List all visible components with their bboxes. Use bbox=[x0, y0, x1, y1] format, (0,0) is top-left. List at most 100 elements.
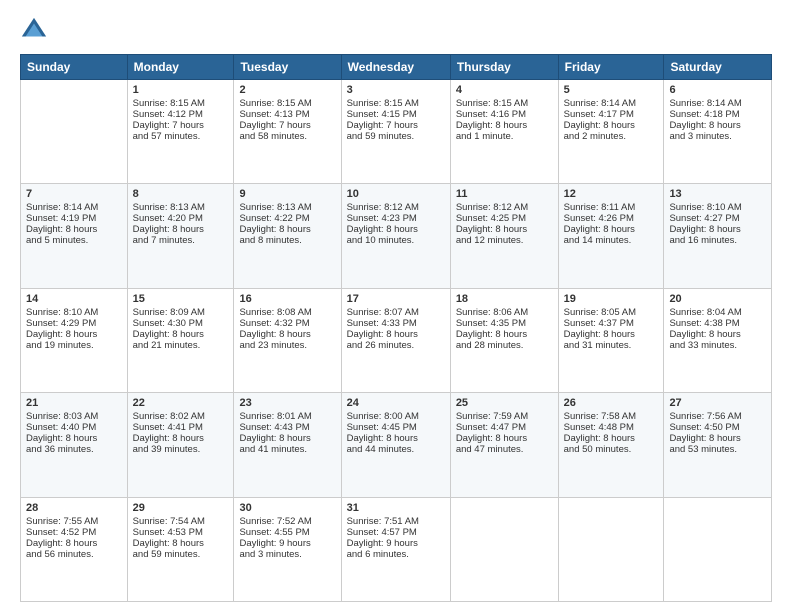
cell-content-line: Sunrise: 8:15 AM bbox=[347, 98, 445, 109]
day-number: 29 bbox=[133, 502, 229, 514]
calendar-cell: 30Sunrise: 7:52 AMSunset: 4:55 PMDayligh… bbox=[234, 497, 341, 601]
cell-content-line: Sunrise: 8:11 AM bbox=[564, 202, 659, 213]
calendar-cell: 2Sunrise: 8:15 AMSunset: 4:13 PMDaylight… bbox=[234, 80, 341, 184]
cell-content-line: and 6 minutes. bbox=[347, 549, 445, 560]
day-number: 20 bbox=[669, 293, 766, 305]
cell-content-line: Sunrise: 7:52 AM bbox=[239, 516, 335, 527]
cell-content-line: and 8 minutes. bbox=[239, 235, 335, 246]
cell-content-line: Sunrise: 8:04 AM bbox=[669, 307, 766, 318]
cell-content-line: and 33 minutes. bbox=[669, 340, 766, 351]
cell-content-line: Sunrise: 8:14 AM bbox=[26, 202, 122, 213]
day-number: 27 bbox=[669, 397, 766, 409]
cell-content-line: Sunset: 4:43 PM bbox=[239, 422, 335, 433]
cell-content-line: and 31 minutes. bbox=[564, 340, 659, 351]
cell-content-line: Sunset: 4:22 PM bbox=[239, 213, 335, 224]
cell-content-line: Daylight: 8 hours bbox=[239, 329, 335, 340]
calendar-week-row: 28Sunrise: 7:55 AMSunset: 4:52 PMDayligh… bbox=[21, 497, 772, 601]
calendar-cell: 22Sunrise: 8:02 AMSunset: 4:41 PMDayligh… bbox=[127, 393, 234, 497]
cell-content-line: Sunset: 4:18 PM bbox=[669, 109, 766, 120]
cell-content-line: Sunset: 4:50 PM bbox=[669, 422, 766, 433]
cell-content-line: Sunrise: 8:12 AM bbox=[347, 202, 445, 213]
calendar-cell: 23Sunrise: 8:01 AMSunset: 4:43 PMDayligh… bbox=[234, 393, 341, 497]
cell-content-line: Daylight: 7 hours bbox=[239, 120, 335, 131]
cell-content-line: Daylight: 8 hours bbox=[564, 329, 659, 340]
day-number: 25 bbox=[456, 397, 553, 409]
cell-content-line: Sunset: 4:52 PM bbox=[26, 527, 122, 538]
cell-content-line: Daylight: 8 hours bbox=[26, 538, 122, 549]
cell-content-line: Sunset: 4:30 PM bbox=[133, 318, 229, 329]
cell-content-line: Sunrise: 8:15 AM bbox=[133, 98, 229, 109]
cell-content-line: Sunset: 4:27 PM bbox=[669, 213, 766, 224]
cell-content-line: Sunset: 4:13 PM bbox=[239, 109, 335, 120]
cell-content-line: Sunset: 4:19 PM bbox=[26, 213, 122, 224]
cell-content-line: and 50 minutes. bbox=[564, 444, 659, 455]
calendar-table: SundayMondayTuesdayWednesdayThursdayFrid… bbox=[20, 54, 772, 602]
calendar-week-row: 1Sunrise: 8:15 AMSunset: 4:12 PMDaylight… bbox=[21, 80, 772, 184]
cell-content-line: and 28 minutes. bbox=[456, 340, 553, 351]
day-number: 19 bbox=[564, 293, 659, 305]
cell-content-line: Daylight: 8 hours bbox=[347, 224, 445, 235]
day-number: 30 bbox=[239, 502, 335, 514]
day-number: 31 bbox=[347, 502, 445, 514]
calendar-cell: 14Sunrise: 8:10 AMSunset: 4:29 PMDayligh… bbox=[21, 288, 128, 392]
cell-content-line: Daylight: 7 hours bbox=[133, 120, 229, 131]
cell-content-line: Sunset: 4:48 PM bbox=[564, 422, 659, 433]
cell-content-line: Sunrise: 8:06 AM bbox=[456, 307, 553, 318]
cell-content-line: Daylight: 8 hours bbox=[239, 224, 335, 235]
cell-content-line: Daylight: 8 hours bbox=[564, 433, 659, 444]
cell-content-line: Sunset: 4:53 PM bbox=[133, 527, 229, 538]
cell-content-line: Sunrise: 8:01 AM bbox=[239, 411, 335, 422]
calendar-cell bbox=[558, 497, 664, 601]
cell-content-line: and 21 minutes. bbox=[133, 340, 229, 351]
cell-content-line: Daylight: 8 hours bbox=[26, 329, 122, 340]
cell-content-line: and 56 minutes. bbox=[26, 549, 122, 560]
day-number: 7 bbox=[26, 188, 122, 200]
calendar-cell: 13Sunrise: 8:10 AMSunset: 4:27 PMDayligh… bbox=[664, 184, 772, 288]
cell-content-line: Sunrise: 8:10 AM bbox=[26, 307, 122, 318]
cell-content-line: Sunset: 4:25 PM bbox=[456, 213, 553, 224]
cell-content-line: Sunrise: 7:51 AM bbox=[347, 516, 445, 527]
cell-content-line: Daylight: 8 hours bbox=[456, 329, 553, 340]
cell-content-line: Sunrise: 8:07 AM bbox=[347, 307, 445, 318]
calendar-cell: 27Sunrise: 7:56 AMSunset: 4:50 PMDayligh… bbox=[664, 393, 772, 497]
cell-content-line: and 53 minutes. bbox=[669, 444, 766, 455]
calendar-cell: 6Sunrise: 8:14 AMSunset: 4:18 PMDaylight… bbox=[664, 80, 772, 184]
day-number: 14 bbox=[26, 293, 122, 305]
logo bbox=[20, 16, 52, 44]
cell-content-line: Sunrise: 8:14 AM bbox=[564, 98, 659, 109]
cell-content-line: Sunrise: 7:54 AM bbox=[133, 516, 229, 527]
cell-content-line: Sunset: 4:41 PM bbox=[133, 422, 229, 433]
cell-content-line: Sunset: 4:35 PM bbox=[456, 318, 553, 329]
day-number: 9 bbox=[239, 188, 335, 200]
calendar-cell: 20Sunrise: 8:04 AMSunset: 4:38 PMDayligh… bbox=[664, 288, 772, 392]
weekday-header-monday: Monday bbox=[127, 55, 234, 80]
cell-content-line: and 39 minutes. bbox=[133, 444, 229, 455]
calendar-cell: 8Sunrise: 8:13 AMSunset: 4:20 PMDaylight… bbox=[127, 184, 234, 288]
weekday-header-friday: Friday bbox=[558, 55, 664, 80]
weekday-header-wednesday: Wednesday bbox=[341, 55, 450, 80]
calendar-cell: 15Sunrise: 8:09 AMSunset: 4:30 PMDayligh… bbox=[127, 288, 234, 392]
calendar-cell: 25Sunrise: 7:59 AMSunset: 4:47 PMDayligh… bbox=[450, 393, 558, 497]
day-number: 4 bbox=[456, 84, 553, 96]
cell-content-line: Sunset: 4:40 PM bbox=[26, 422, 122, 433]
cell-content-line: and 36 minutes. bbox=[26, 444, 122, 455]
calendar-cell: 1Sunrise: 8:15 AMSunset: 4:12 PMDaylight… bbox=[127, 80, 234, 184]
day-number: 18 bbox=[456, 293, 553, 305]
cell-content-line: Sunset: 4:38 PM bbox=[669, 318, 766, 329]
calendar-cell: 4Sunrise: 8:15 AMSunset: 4:16 PMDaylight… bbox=[450, 80, 558, 184]
cell-content-line: Sunrise: 8:00 AM bbox=[347, 411, 445, 422]
day-number: 1 bbox=[133, 84, 229, 96]
calendar-week-row: 21Sunrise: 8:03 AMSunset: 4:40 PMDayligh… bbox=[21, 393, 772, 497]
page: SundayMondayTuesdayWednesdayThursdayFrid… bbox=[0, 0, 792, 612]
calendar-cell: 24Sunrise: 8:00 AMSunset: 4:45 PMDayligh… bbox=[341, 393, 450, 497]
day-number: 16 bbox=[239, 293, 335, 305]
cell-content-line: Sunrise: 7:59 AM bbox=[456, 411, 553, 422]
cell-content-line: Daylight: 8 hours bbox=[26, 224, 122, 235]
calendar-cell bbox=[21, 80, 128, 184]
cell-content-line: Sunset: 4:55 PM bbox=[239, 527, 335, 538]
cell-content-line: and 59 minutes. bbox=[133, 549, 229, 560]
day-number: 21 bbox=[26, 397, 122, 409]
cell-content-line: Daylight: 8 hours bbox=[456, 120, 553, 131]
calendar-cell: 12Sunrise: 8:11 AMSunset: 4:26 PMDayligh… bbox=[558, 184, 664, 288]
cell-content-line: and 2 minutes. bbox=[564, 131, 659, 142]
